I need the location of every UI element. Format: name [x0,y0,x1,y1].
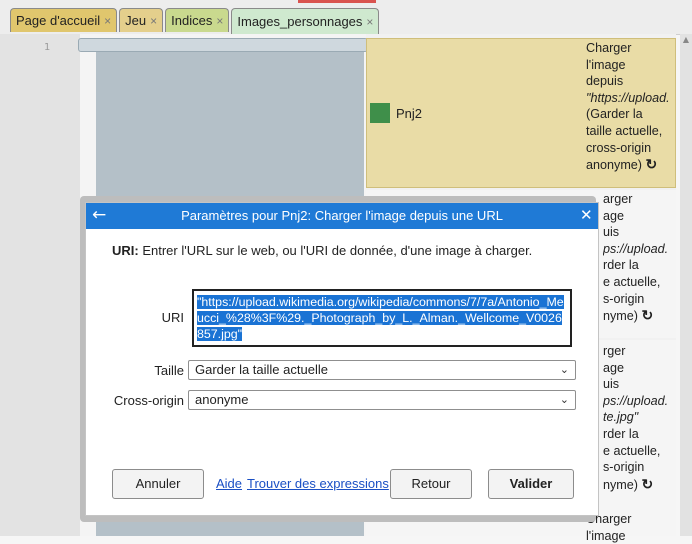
tab-bar: Page d'accueil × Jeu × Indices × Images_per… [0,0,692,35]
close-icon[interactable]: × [366,15,373,29]
desc-line: rger [603,344,626,358]
desc-line: nyme) [603,477,638,492]
validate-button[interactable]: Valider [488,469,574,499]
uri-label: URI [161,310,184,325]
desc-line: nyme) [603,309,638,324]
cancel-button[interactable]: Annuler [112,469,204,499]
desc-line-url: "https://upload. [586,90,670,105]
close-icon[interactable]: × [104,14,111,28]
chevron-down-icon: ⌄ [559,364,569,376]
cross-origin-select[interactable]: anonyme ⌄ [188,390,576,410]
help-link[interactable]: Aide [216,476,242,491]
tab-label: Images_personnages [237,14,363,29]
size-select[interactable]: Garder la taille actuelle ⌄ [188,360,576,380]
reload-icon[interactable]: ↻ [642,307,654,323]
cross-origin-label: Cross-origin [113,393,184,408]
back-button[interactable]: Retour [390,469,472,499]
desc-line: taille actuelle, [586,123,663,138]
desc-line: age [603,360,625,375]
tab-label: Jeu [125,13,147,28]
desc-line-url: ps://upload. [603,393,669,408]
uri-value: "https://upload.wikimedia.org/wikipedia/… [197,295,564,341]
reload-icon[interactable]: ↻ [642,476,654,492]
code-block-header[interactable] [78,38,368,52]
size-label: Taille [154,363,184,378]
desc-line: depuis [586,74,624,89]
desc-line-url: te.jpg" [603,410,639,425]
dialog-header: ← Paramètres pour Pnj2: Charger l'image … [86,203,598,229]
close-icon[interactable]: ✕ [580,206,593,224]
size-value: Garder la taille actuelle [195,362,328,377]
tab-images-personnages[interactable]: Images_personnages × [231,8,380,34]
settings-dialog: ← Paramètres pour Pnj2: Charger l'image … [86,203,598,515]
desc-line: e actuelle, [603,443,661,458]
close-icon[interactable]: × [216,14,223,28]
scrollbar[interactable] [680,34,692,536]
line-gutter [0,34,80,536]
desc-line: uis [603,225,620,240]
dialog-title: Paramètres pour Pnj2: Charger l'image de… [181,208,503,223]
desc-line-url: ps://upload. [603,241,669,256]
uri-input[interactable]: "https://upload.wikimedia.org/wikipedia/… [192,289,572,347]
tab-label: Indices [171,13,213,28]
desc-line: rder la [603,258,639,273]
scroll-up-icon[interactable]: ▲ [682,36,690,44]
active-indicator [298,0,376,3]
card-description: Charger l'image [586,511,682,544]
character-swatch [370,103,390,123]
help-text: URI: Entrer l'URL sur le web, ou l'URI d… [112,243,582,258]
character-name: Pnj2 [396,106,423,121]
desc-line: s-origin [603,460,645,475]
card-description: arger age uis ps://upload. rder la e act… [603,191,692,325]
desc-line: uis [603,377,620,392]
desc-line: anonyme) [586,158,643,173]
desc-line: e actuelle, [603,274,661,289]
tab-page-accueil[interactable]: Page d'accueil × [10,8,118,32]
cross-origin-value: anonyme [195,392,249,407]
desc-line: s-origin [603,291,645,306]
tab-label: Page d'accueil [16,13,101,28]
line-number: 1 [44,42,51,53]
chevron-down-icon: ⌄ [559,394,569,406]
find-expressions-link[interactable]: Trouver des expressions [247,476,389,491]
close-icon[interactable]: × [150,14,157,28]
reload-icon[interactable]: ↻ [646,156,658,172]
desc-line: age [603,208,625,223]
help-description: Entrer l'URL sur le web, ou l'URI de don… [138,243,533,258]
tabs: Page d'accueil × Jeu × Indices × Images_per… [10,8,381,34]
card-description: Charger l'image depuis "https://upload. … [586,40,682,174]
desc-line: rder la [603,426,639,441]
desc-line: cross-origin [586,140,652,155]
desc-line: Charger [586,41,632,55]
desc-line: l'image [586,57,626,72]
help-label: URI: [112,243,139,258]
desc-line: Charger [586,512,632,526]
tab-indices[interactable]: Indices × [165,8,230,32]
card-description: rger age uis ps://upload. te.jpg" rder l… [603,343,692,493]
desc-line: arger [603,192,633,206]
desc-line: (Garder la [586,107,643,122]
tab-jeu[interactable]: Jeu × [119,8,164,32]
